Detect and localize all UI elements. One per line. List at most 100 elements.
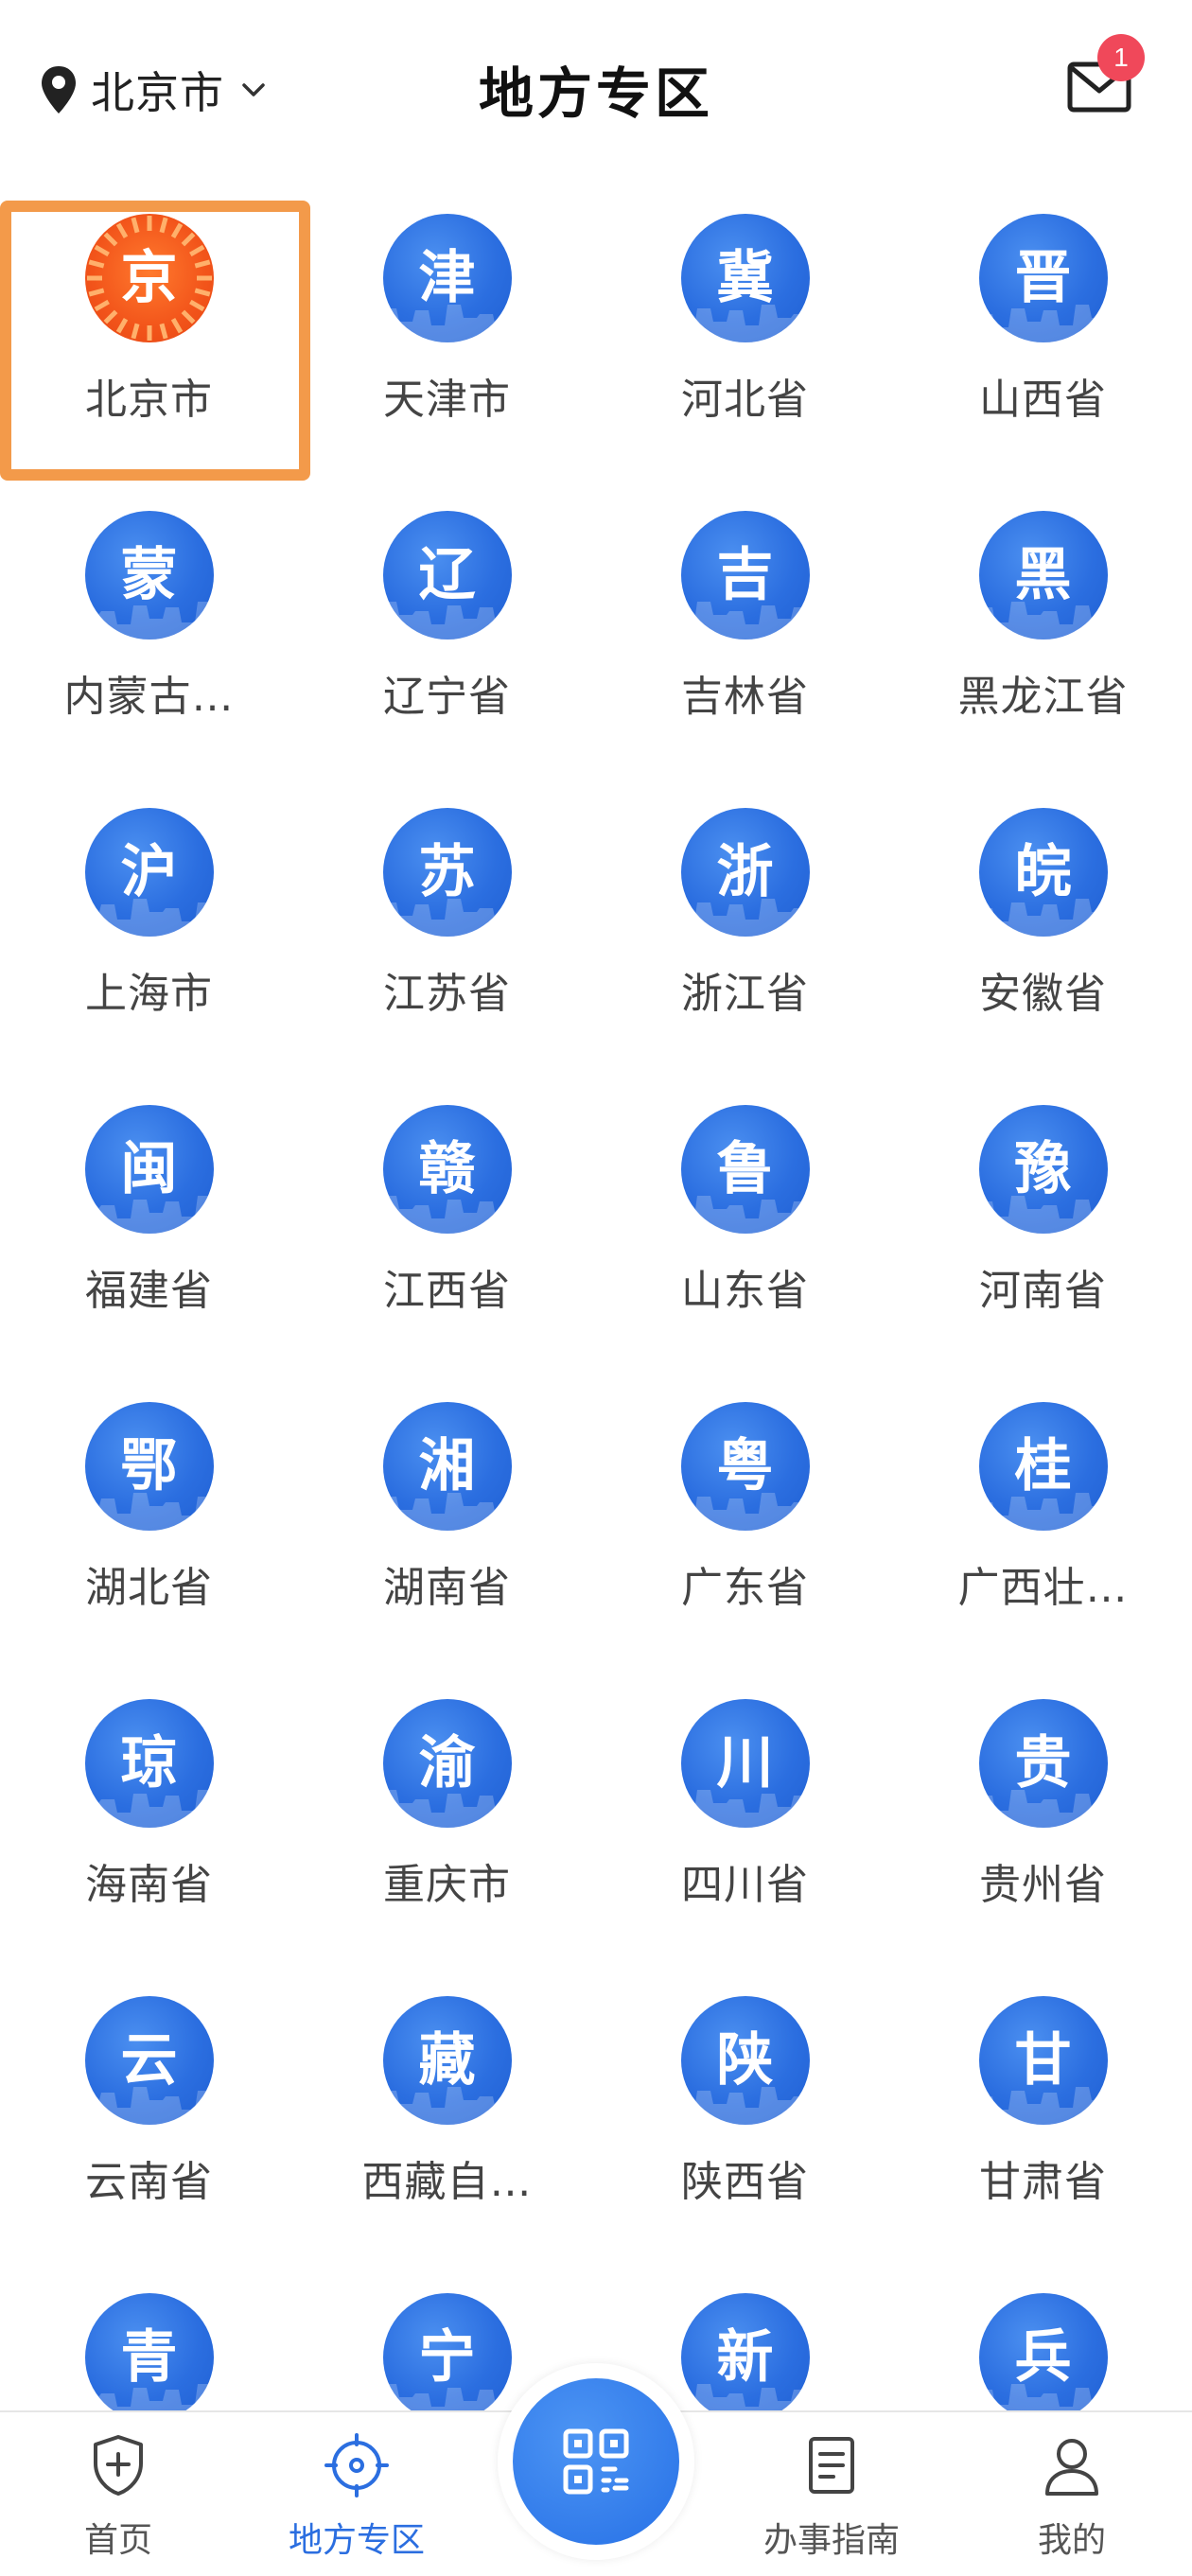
region-label: 浙江省: [681, 970, 809, 1018]
region-emblem-icon: 粤: [680, 1402, 810, 1531]
region-emblem-icon: 皖: [978, 808, 1108, 937]
region-emblem-icon: 川: [680, 1699, 810, 1828]
region-label: 海南省: [85, 1861, 213, 1909]
unread-badge: 1: [1097, 34, 1145, 81]
region-item[interactable]: 鲁山东省: [596, 1080, 894, 1377]
region-char: 浙: [716, 839, 774, 905]
region-item[interactable]: 沪上海市: [0, 783, 298, 1080]
region-emblem-icon: 湘: [382, 1402, 512, 1531]
region-char: 川: [716, 1730, 774, 1796]
region-emblem-icon: 渝: [382, 1699, 512, 1828]
region-label: 西藏自…: [361, 2158, 533, 2206]
region-emblem-icon: 晋: [978, 214, 1108, 342]
region-char: 陕: [716, 2027, 774, 2094]
region-char: 鄂: [120, 1433, 178, 1499]
region-label: 安徽省: [979, 970, 1107, 1018]
region-char: 津: [418, 245, 476, 311]
scan-button-wrap: [498, 2363, 694, 2560]
region-item[interactable]: 琼海南省: [0, 1674, 298, 1971]
region-char: 兵: [1014, 2324, 1072, 2391]
region-emblem-icon: 兵: [978, 2293, 1108, 2422]
region-item[interactable]: 渝重庆市: [298, 1674, 596, 1971]
region-label: 辽宁省: [383, 673, 511, 721]
person-icon: [1045, 2439, 1098, 2496]
region-item[interactable]: 鄂湖北省: [0, 1377, 298, 1674]
region-emblem-icon: 桂: [978, 1402, 1108, 1531]
region-item[interactable]: 藏西藏自…: [298, 1971, 596, 2269]
nav-guide-label: 办事指南: [763, 2521, 900, 2560]
region-item[interactable]: 浙浙江省: [596, 783, 894, 1080]
region-emblem-icon: 云: [84, 1996, 214, 2125]
region-char: 贵: [1014, 1730, 1072, 1796]
region-label: 四川省: [681, 1861, 809, 1909]
region-emblem-icon: 藏: [382, 1996, 512, 2125]
region-item[interactable]: 陕陕西省: [596, 1971, 894, 2269]
nav-local[interactable]: 地方专区: [262, 2412, 451, 2576]
region-item[interactable]: 甘甘肃省: [894, 1971, 1192, 2269]
shield-plus-icon: [94, 2435, 143, 2496]
qr-code-icon: [563, 2428, 629, 2495]
region-emblem-icon: 宁: [382, 2293, 512, 2422]
region-item[interactable]: 川四川省: [596, 1674, 894, 1971]
nav-guide[interactable]: 办事指南: [737, 2412, 926, 2576]
region-label: 吉林省: [681, 673, 809, 721]
region-label: 山西省: [979, 376, 1107, 424]
region-label: 江苏省: [383, 970, 511, 1018]
region-emblem-icon: 赣: [382, 1105, 512, 1234]
region-item[interactable]: 苏江苏省: [298, 783, 596, 1080]
region-char: 晋: [1014, 245, 1072, 311]
region-emblem-icon: 蒙: [84, 511, 214, 640]
region-char: 粤: [716, 1433, 774, 1499]
region-emblem-icon: 闽: [84, 1105, 214, 1234]
region-char: 闽: [120, 1136, 178, 1202]
region-item[interactable]: 湘湖南省: [298, 1377, 596, 1674]
region-item[interactable]: 粤广东省: [596, 1377, 894, 1674]
region-label: 广西壮…: [957, 1564, 1129, 1612]
nav-home[interactable]: 首页: [24, 2412, 213, 2576]
region-item[interactable]: 冀河北省: [596, 189, 894, 486]
region-item[interactable]: 贵贵州省: [894, 1674, 1192, 1971]
region-label: 山东省: [681, 1267, 809, 1315]
region-item[interactable]: 晋山西省: [894, 189, 1192, 486]
region-char: 云: [120, 2027, 178, 2094]
selected-highlight-frame: [0, 201, 310, 481]
region-char: 苏: [418, 839, 476, 905]
region-emblem-icon: 鲁: [680, 1105, 810, 1234]
region-item[interactable]: 辽辽宁省: [298, 486, 596, 783]
region-char: 黑: [1014, 542, 1072, 608]
region-char: 豫: [1014, 1136, 1072, 1202]
region-item[interactable]: 津天津市: [298, 189, 596, 486]
region-label: 贵州省: [979, 1861, 1107, 1909]
region-char: 沪: [120, 839, 178, 905]
region-char: 鲁: [716, 1136, 774, 1202]
region-char: 湘: [418, 1433, 476, 1499]
region-char: 甘: [1014, 2027, 1072, 2094]
region-item[interactable]: 桂广西壮…: [894, 1377, 1192, 1674]
scan-button[interactable]: [513, 2378, 679, 2545]
region-label: 云南省: [85, 2158, 213, 2206]
region-char: 辽: [418, 542, 476, 608]
region-char: 冀: [716, 245, 774, 311]
region-item[interactable]: 吉吉林省: [596, 486, 894, 783]
region-label: 湖北省: [85, 1564, 213, 1612]
region-emblem-icon: 青: [84, 2293, 214, 2422]
nav-local-label: 地方专区: [288, 2521, 425, 2560]
region-char: 京: [120, 245, 178, 311]
region-emblem-icon: 吉: [680, 511, 810, 640]
region-item[interactable]: 皖安徽省: [894, 783, 1192, 1080]
region-item[interactable]: 闽福建省: [0, 1080, 298, 1377]
region-char: 皖: [1014, 839, 1072, 905]
region-char: 宁: [418, 2324, 476, 2391]
region-item[interactable]: 豫河南省: [894, 1080, 1192, 1377]
region-item[interactable]: 黑黑龙江省: [894, 486, 1192, 783]
region-item[interactable]: 云云南省: [0, 1971, 298, 2269]
region-char: 蒙: [120, 542, 178, 608]
region-item[interactable]: 赣江西省: [298, 1080, 596, 1377]
region-item[interactable]: 蒙内蒙古…: [0, 486, 298, 783]
nav-mine[interactable]: 我的: [977, 2412, 1166, 2576]
region-emblem-icon: 鄂: [84, 1402, 214, 1531]
region-emblem-icon: 津: [382, 214, 512, 342]
region-emblem-icon: 陕: [680, 1996, 810, 2125]
region-emblem-icon: 琼: [84, 1699, 214, 1828]
region-emblem-icon: 苏: [382, 808, 512, 937]
